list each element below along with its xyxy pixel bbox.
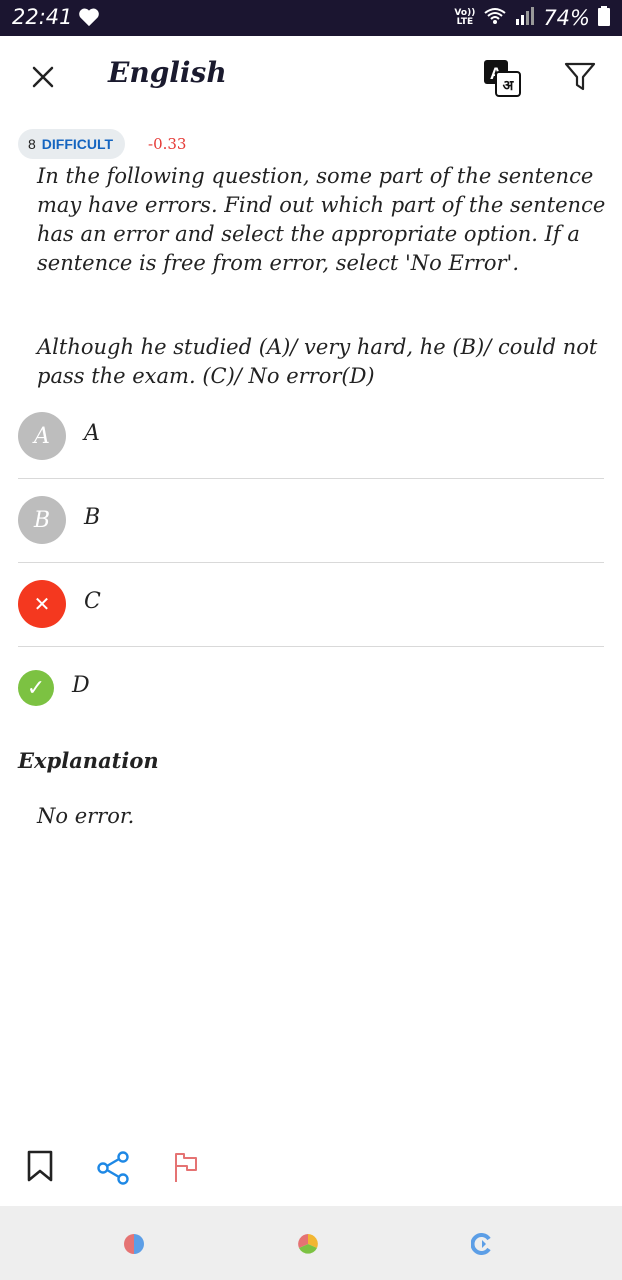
close-icon[interactable]: [28, 62, 58, 92]
explanation-heading: Explanation: [18, 748, 159, 773]
status-time: 22:41: [12, 5, 73, 29]
option-letter-circle: A: [18, 412, 66, 460]
status-right: Vo)) LTE 74%: [454, 6, 610, 30]
system-nav-bar: [0, 1206, 622, 1280]
option-letter-circle: B: [18, 496, 66, 544]
status-bar: 22:41 Vo)) LTE 74%: [0, 0, 622, 36]
divider: [18, 478, 604, 479]
app-bar: English A अ: [0, 36, 622, 120]
bottom-actions: [0, 1146, 622, 1190]
option-d[interactable]: ✓ D: [18, 664, 604, 748]
signal-icon: [515, 7, 535, 29]
divider: [18, 562, 604, 563]
option-label: B: [84, 505, 101, 530]
heart-icon: [78, 7, 100, 31]
translate-icon[interactable]: A अ: [482, 58, 522, 98]
explanation-text: No error.: [37, 804, 135, 828]
option-c[interactable]: ✕ C: [18, 580, 604, 664]
difficulty-badge: 8 DIFFICULT: [18, 129, 126, 159]
option-a[interactable]: A A: [18, 412, 604, 496]
divider: [18, 646, 604, 647]
option-label: C: [84, 589, 101, 614]
score-value: -0.33: [148, 135, 187, 153]
option-label: A: [84, 421, 100, 446]
difficulty-label: DIFFICULT: [41, 136, 114, 152]
svg-text:अ: अ: [503, 77, 515, 93]
battery-percent: 74%: [543, 6, 590, 30]
nav-home-icon[interactable]: [297, 1233, 319, 1255]
bookmark-icon[interactable]: [26, 1150, 54, 1186]
question-sentence: Although he studied (A)/ very hard, he (…: [37, 335, 598, 388]
flag-icon[interactable]: [172, 1150, 200, 1188]
nav-recents-icon[interactable]: [470, 1233, 493, 1255]
wrong-icon: ✕: [18, 580, 66, 628]
correct-check-icon: ✓: [18, 670, 54, 706]
battery-icon: [598, 6, 610, 30]
question-instruction: In the following question, some part of …: [37, 164, 606, 275]
filter-icon[interactable]: [563, 60, 597, 94]
option-b[interactable]: B B: [18, 496, 604, 580]
difficulty-level: 8: [28, 136, 36, 152]
nav-back-icon[interactable]: [123, 1233, 145, 1255]
wifi-icon: [483, 7, 507, 29]
option-label: D: [72, 673, 90, 698]
page-title: English: [108, 56, 227, 89]
network-type: Vo)) LTE: [454, 8, 476, 27]
share-icon[interactable]: [96, 1150, 132, 1190]
